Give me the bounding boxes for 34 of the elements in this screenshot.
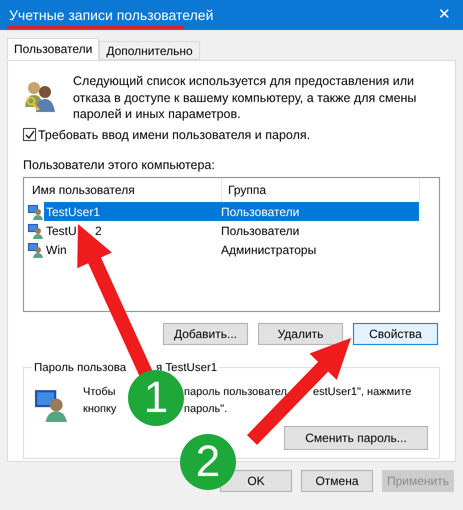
dialog-button[interactable]: OK (220, 470, 292, 492)
window-title: Учетные записи пользователей (9, 6, 214, 24)
checkbox-label: Требовать ввод имени пользователя и пароля. (38, 126, 310, 144)
dialog-button[interactable]: Удалить (258, 323, 343, 345)
close-button[interactable]: ✕ (438, 4, 451, 26)
password-hint-line: пароль пользовател (184, 386, 287, 398)
list-row[interactable]: Win Администраторы (24, 240, 439, 259)
user-name: TestUser1 (46, 204, 100, 218)
tab[interactable]: Пользователи (7, 38, 100, 60)
section-label: Пользователи этого компьютера: (23, 157, 216, 174)
user-name: Win (46, 242, 67, 256)
users-icon (23, 79, 57, 113)
user-group: Пользователи (221, 222, 300, 240)
user-computer-icon (28, 204, 44, 220)
password-hint-line: estUser1", нажмите (313, 386, 412, 398)
user-computer-icon (35, 388, 69, 422)
change-password-button[interactable]: Сменить пароль... (284, 426, 428, 450)
user-computer-icon (28, 222, 44, 238)
tab[interactable]: Дополнительно (99, 41, 200, 60)
user-name: 2 (95, 224, 102, 238)
description-text: Следующий список используется для предоставления или отказа в доступе к вашему компьютеру, а также для смены паролей и иных параметров. (73, 73, 418, 122)
dialog-button[interactable]: Свойства (353, 323, 438, 345)
list-row[interactable]: TestU 2 Пользователи (24, 221, 439, 240)
dialog-button[interactable]: Отмена (301, 470, 373, 492)
group-caption: Пароль пользова (34, 362, 126, 374)
user-group: Администраторы (221, 240, 316, 258)
password-hint-line: кнопку (83, 403, 116, 415)
checkbox[interactable] (23, 128, 36, 142)
user-group: Пользователи (221, 202, 300, 220)
password-hint-line: пароль". (184, 403, 228, 415)
dialog-button[interactable]: Добавить... (163, 323, 248, 345)
password-hint-line: Чтобы (83, 386, 116, 398)
user-name: TestU (46, 224, 77, 238)
user-computer-icon (28, 242, 44, 258)
